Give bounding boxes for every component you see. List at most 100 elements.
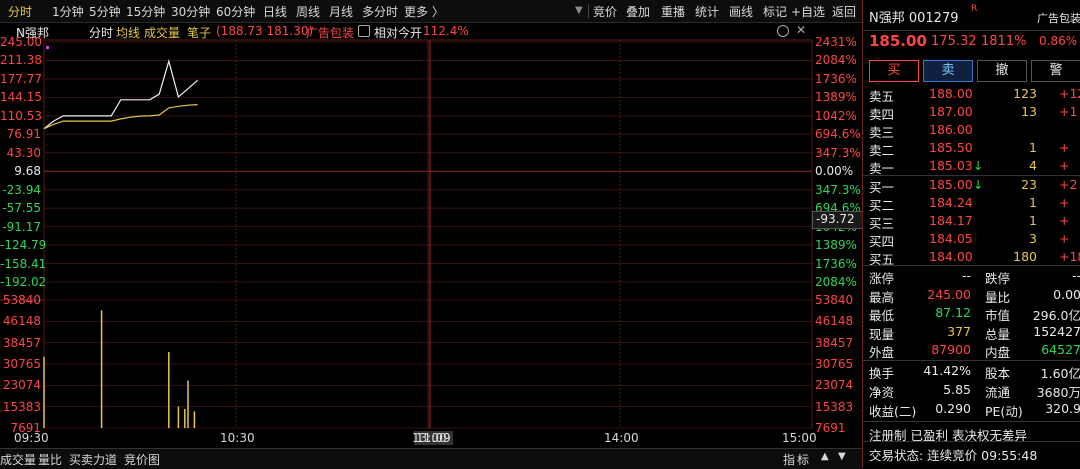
volume-tick-right: 30765	[815, 357, 854, 371]
alert-button[interactable]: 警	[1031, 60, 1080, 82]
left-price-tick: 245.00	[0, 35, 42, 49]
sell-level-row[interactable]: 卖三 186.00	[863, 121, 1080, 140]
sell-level-volume: 1	[1029, 140, 1037, 155]
stat-value: 0.00	[1053, 286, 1080, 302]
buy-level-volume: 1	[1029, 195, 1037, 210]
left-price-tick: 9.68	[14, 164, 41, 179]
stats-divider	[863, 360, 1080, 361]
volume-tick-left: 23074	[2, 378, 41, 393]
tab-bidding-chart[interactable]: 竞价图	[124, 451, 160, 468]
right-pct-tick: 347.3%	[815, 145, 861, 160]
price-change: 175.32	[931, 34, 977, 49]
sell-level-volume: 123	[1013, 86, 1037, 101]
left-price-tick: 177.77	[0, 71, 42, 86]
buy-level-change: +	[1059, 213, 1070, 228]
cursor-value: -93.72	[816, 212, 855, 226]
tab-volume-ratio[interactable]: 量比	[38, 451, 62, 468]
price-pct: 1811%	[981, 34, 1027, 49]
down-arrow-icon: ↓	[973, 158, 984, 173]
cancel-button[interactable]: 撤	[977, 60, 1027, 82]
stat-key: 总量	[985, 326, 1011, 342]
price-summary: 185.00 175.32 1811% 0.86%	[863, 30, 1080, 54]
right-pct-tick: 2084%	[815, 275, 857, 289]
stat-value: --	[961, 268, 971, 283]
triangle-down-icon[interactable]: ▼	[838, 451, 846, 462]
price-lines	[43, 58, 198, 130]
stat-row: 涨停 -- 跌停 --	[863, 267, 1080, 286]
stat-key: 股本	[985, 366, 1011, 381]
right-pct-tick: 1736%	[815, 71, 857, 86]
sell-level-price: 186.00	[929, 122, 973, 137]
stat-key: 市值	[985, 308, 1011, 323]
right-pct-tick: 1042%	[815, 108, 857, 123]
stock-title: N强邦 001279	[869, 11, 959, 26]
right-pct-tick: 0.00%	[815, 164, 854, 179]
stat-value: 152427	[1033, 323, 1080, 339]
buy-level-change: +2	[1059, 177, 1078, 192]
buy-level-price: 184.24	[929, 195, 973, 210]
stat-value: 0.290	[935, 401, 971, 416]
stat-key: 内盘	[985, 345, 1011, 360]
ad-tag[interactable]: 广告包装	[1037, 10, 1080, 26]
right-pct-tick: 2431%	[815, 35, 857, 49]
volume-tick-right: 38457	[815, 335, 854, 350]
indicator-button-b[interactable]: 标	[797, 451, 809, 468]
stat-key: 换手	[869, 366, 895, 381]
sell-level-row[interactable]: 卖二 185.50 1 +	[863, 139, 1080, 158]
buy-level-row[interactable]: 买三 184.17 1 +	[863, 212, 1080, 231]
left-price-tick: -124.79	[0, 238, 47, 253]
buy-button[interactable]: 买	[869, 60, 919, 82]
sell-button[interactable]: 卖	[923, 60, 973, 82]
bottom-indicator-tabs: 成交量 量比 买卖力道 竞价图 指 标 ▲ ▼	[0, 448, 862, 469]
buy-level-row[interactable]: 买四 184.05 3 +	[863, 230, 1080, 249]
stat-value: 41.42%	[923, 363, 971, 378]
buy-level-change: +18	[1059, 249, 1080, 264]
series-line-1	[43, 104, 198, 130]
volume-tick-right: 7691	[815, 421, 846, 435]
time-tick: 13:00	[412, 431, 447, 445]
triangle-up-icon[interactable]: ▲	[821, 451, 829, 462]
stat-key: PE(动)	[985, 404, 1023, 419]
stat-value: 377	[947, 323, 971, 339]
stat-key: 最高	[869, 289, 895, 305]
stat-value: 296.0亿	[1032, 308, 1080, 323]
intraday-chart[interactable]	[0, 0, 862, 468]
right-pct-tick: 694.6%	[815, 127, 861, 142]
left-price-tick: -192.02	[0, 275, 47, 289]
left-price-tick: -57.55	[2, 201, 41, 216]
buy-level-volume: 1	[1029, 213, 1037, 228]
left-price-tick: -91.17	[2, 219, 41, 234]
notice-row: 注册制 已盈利 表决权无差异	[863, 421, 1080, 443]
buy-level-row[interactable]: 买二 184.24 1 +	[863, 194, 1080, 213]
stat-key: 涨停	[869, 271, 895, 286]
buy-level-row[interactable]: 买五184.00180+18	[863, 248, 1080, 267]
stat-row: 最低 87.12 市值 296.0亿	[863, 304, 1080, 323]
sell-level-row[interactable]: 卖四 187.00 13 +1	[863, 103, 1080, 122]
time-tick: 10:30	[220, 431, 255, 445]
ad-pct: 0.86%	[1039, 34, 1078, 48]
left-price-tick: -23.94	[2, 182, 41, 197]
right-pct-tick: 1389%	[815, 90, 857, 105]
volume-tick-left: 53840	[2, 293, 41, 307]
sell-level-row[interactable]: 卖五188.00123+12	[863, 85, 1080, 104]
left-price-tick: -158.41	[0, 256, 47, 271]
tab-volume[interactable]: 成交量	[0, 451, 36, 468]
buy-level-row[interactable]: 买一 185.00 ↓ 23 +2	[863, 176, 1080, 195]
stat-value: 87900	[931, 342, 971, 357]
sell-level-row[interactable]: 卖一 185.03 ↓ 4 +	[863, 157, 1080, 176]
stat-key: 收益(二)	[869, 404, 917, 419]
buy-level-price: 184.00	[929, 249, 973, 264]
stat-value: --	[1071, 268, 1080, 283]
volume-tick-right: 53840	[815, 293, 854, 307]
stat-key: 流通	[985, 385, 1011, 400]
stat-row: 换手 41.42% 股本 1.60亿	[863, 362, 1080, 381]
volume-tick-right: 46148	[815, 314, 854, 329]
left-price-tick: 144.15	[0, 90, 42, 105]
tab-buy-sell-force[interactable]: 买卖力道	[69, 451, 117, 468]
time-tick: 14:00	[604, 431, 639, 445]
stat-value: 320.9	[1045, 401, 1080, 416]
sell-level-price: 187.00	[929, 104, 973, 119]
indicator-button-a[interactable]: 指	[783, 451, 795, 468]
sell-level-change: +1	[1059, 104, 1078, 119]
left-price-tick: 110.53	[0, 108, 42, 123]
